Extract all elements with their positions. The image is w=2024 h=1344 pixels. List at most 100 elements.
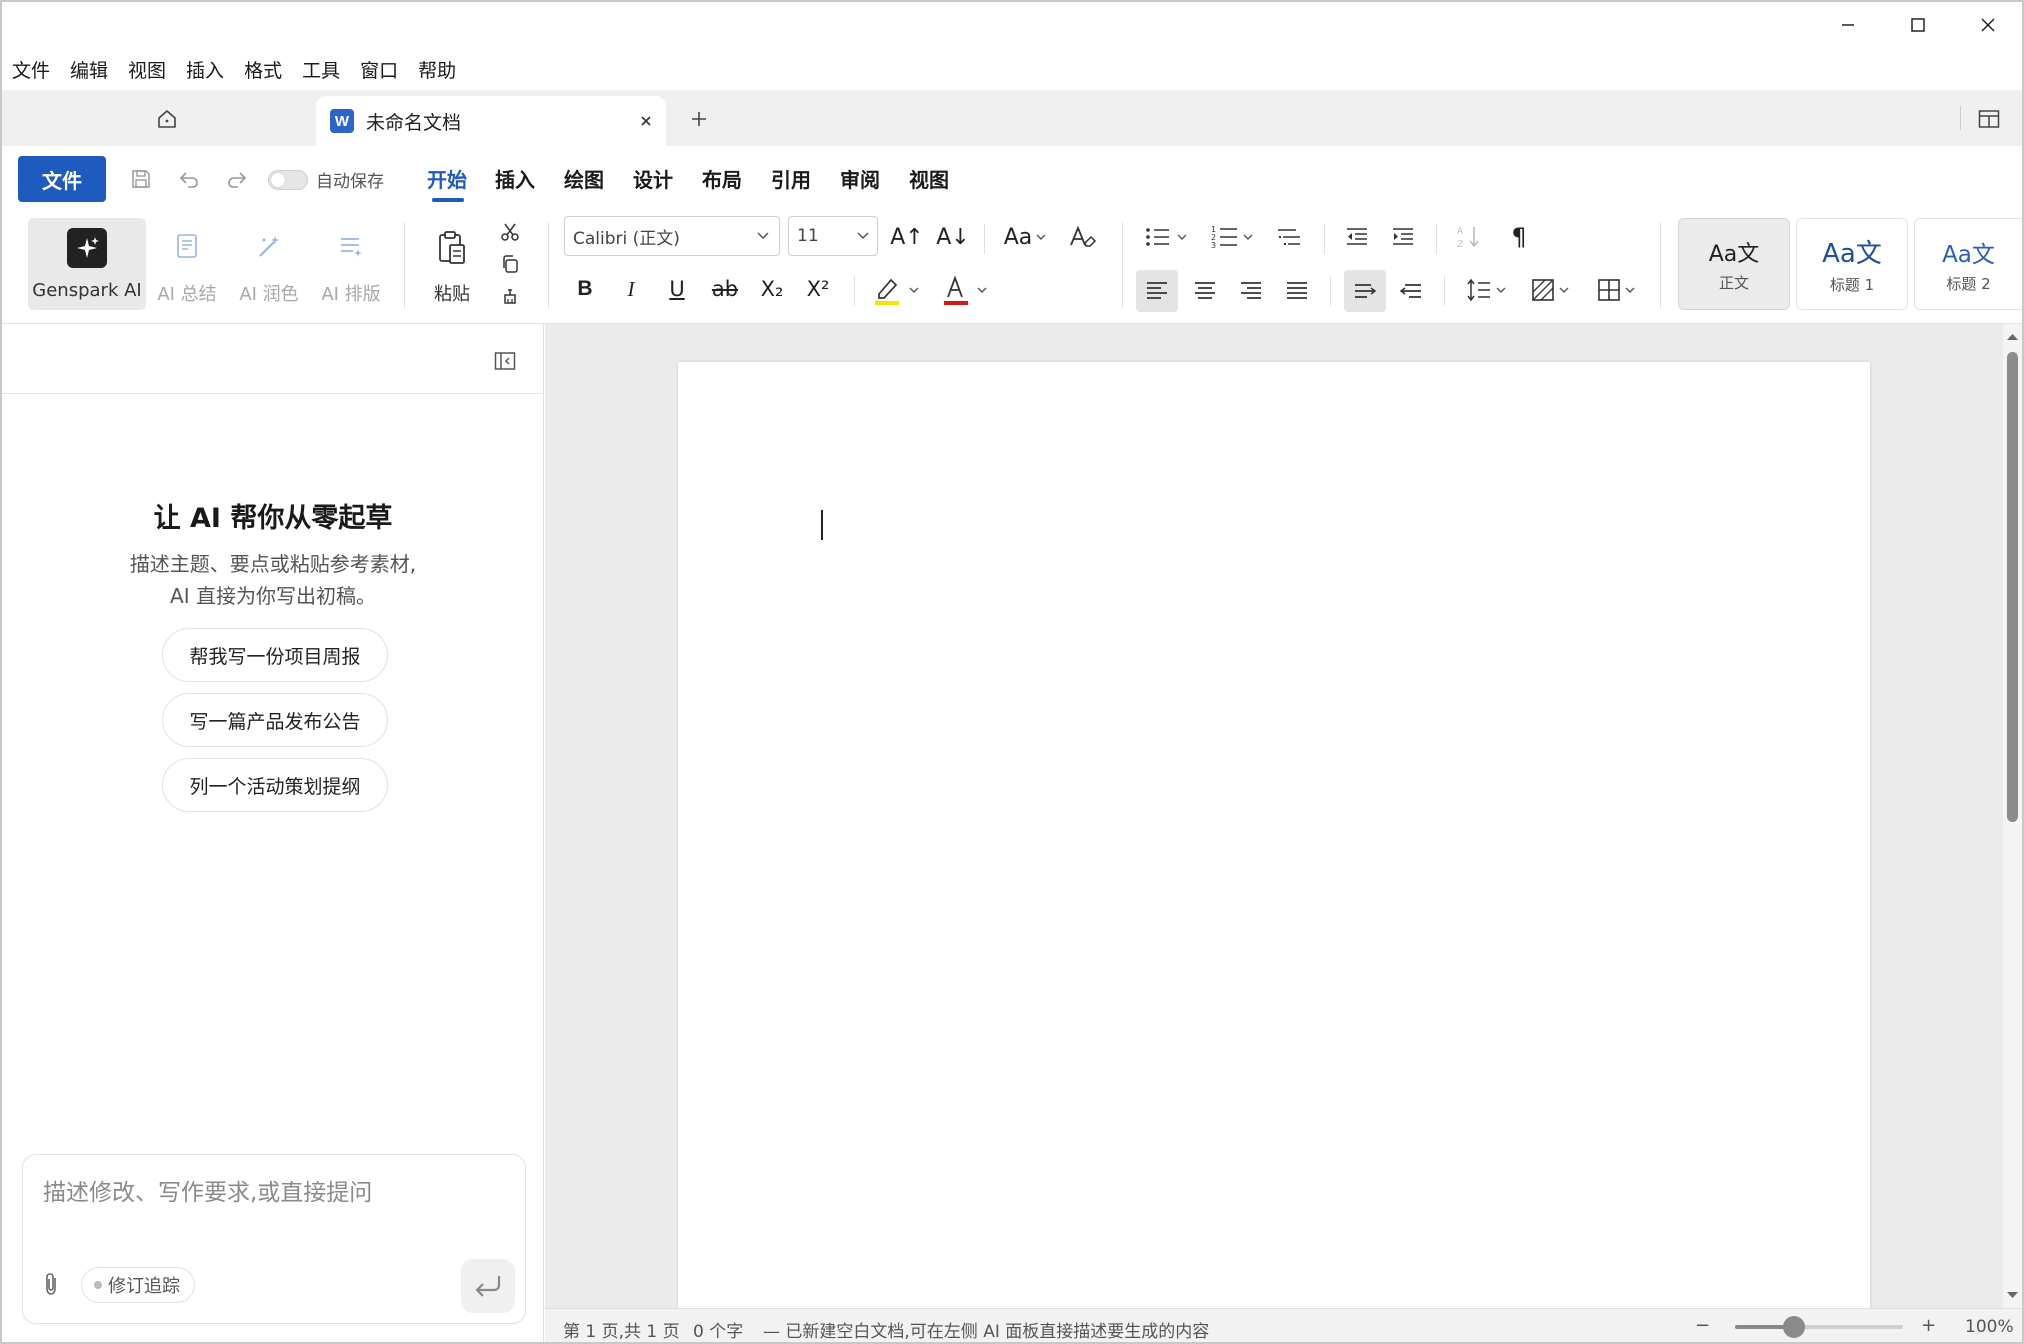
align-left-button[interactable] [1136, 270, 1178, 312]
menu-bar: 文件 编辑 视图 插入 格式 工具 窗口 帮助 [2, 48, 2022, 90]
shading-button[interactable] [1524, 272, 1576, 308]
suggestion-chip[interactable]: 写一篇产品发布公告 [162, 693, 388, 747]
increase-font-size-button[interactable]: A↑ [890, 220, 924, 254]
menu-window[interactable]: 窗口 [360, 56, 398, 83]
menu-tools[interactable]: 工具 [302, 56, 340, 83]
strikethrough-button[interactable]: ab [706, 272, 744, 306]
font-color-icon [944, 275, 968, 305]
copy-button[interactable] [498, 252, 522, 276]
paste-button[interactable]: 粘贴 [422, 218, 482, 310]
suggestion-chip[interactable]: 帮我写一份项目周报 [162, 628, 388, 682]
panel-layout-icon [1978, 110, 2000, 128]
scrollbar-thumb[interactable] [2007, 352, 2018, 822]
ai-panel-heading: 让 AI 帮你从零起草 [153, 503, 393, 534]
decrease-indent-button[interactable] [1340, 220, 1374, 254]
zoom-out-button[interactable]: − [1695, 1315, 1710, 1336]
tab-design[interactable]: 设计 [633, 146, 673, 210]
scissors-icon [501, 223, 519, 241]
borders-button[interactable] [1590, 272, 1642, 308]
style-heading-2[interactable]: Aa文 标题 2 [1914, 218, 2022, 310]
menu-edit[interactable]: 编辑 [70, 56, 108, 83]
font-family-select[interactable]: Calibri (正文) [564, 216, 780, 256]
align-right-button[interactable] [1230, 270, 1272, 312]
vertical-scrollbar[interactable] [2003, 324, 2022, 1308]
format-painter-button[interactable] [498, 284, 522, 308]
tab-view[interactable]: 视图 [909, 146, 949, 210]
shading-icon [1532, 279, 1554, 301]
underline-button[interactable]: U [660, 272, 694, 306]
rtl-direction-button[interactable] [1390, 270, 1432, 312]
clear-formatting-button[interactable] [1066, 220, 1100, 254]
justify-button[interactable] [1276, 270, 1318, 312]
menu-insert[interactable]: 插入 [186, 56, 224, 83]
sort-button[interactable]: AZ [1452, 220, 1486, 254]
subscript-button[interactable]: X₂ [754, 272, 790, 306]
menu-file[interactable]: 文件 [12, 56, 50, 83]
zoom-level[interactable]: 100% [1965, 1317, 2014, 1337]
genspark-ai-button[interactable]: Genspark AI [28, 218, 146, 310]
menu-format[interactable]: 格式 [244, 56, 282, 83]
highlight-color-button[interactable] [868, 272, 924, 308]
font-size-select[interactable]: 11 [788, 216, 878, 256]
menu-view[interactable]: 视图 [128, 56, 166, 83]
ai-polish-button[interactable]: AI 润色 [234, 218, 304, 310]
document-page[interactable] [678, 362, 1870, 1322]
font-family-value: Calibri (正文) [573, 228, 680, 249]
bold-button[interactable]: B [568, 272, 602, 306]
font-size-value: 11 [797, 226, 819, 246]
tab-layout[interactable]: 布局 [702, 146, 742, 210]
zoom-in-button[interactable]: + [1921, 1315, 1936, 1336]
track-changes-toggle[interactable]: 修订追踪 [81, 1267, 195, 1303]
minimize-button[interactable] [1812, 2, 1884, 48]
suggestion-chip[interactable]: 列一个活动策划提纲 [162, 758, 388, 812]
maximize-button[interactable] [1882, 2, 1954, 48]
close-tab-button[interactable] [634, 109, 658, 133]
sidebar-toggle-button[interactable] [1974, 104, 2004, 134]
document-canvas [545, 324, 2003, 1322]
redo-button[interactable] [224, 166, 250, 192]
ai-prompt-input[interactable]: 描述修改、写作要求,或直接提问 [43, 1173, 503, 1233]
bullet-list-button[interactable] [1140, 220, 1192, 254]
chevron-down-icon [1243, 234, 1253, 240]
zoom-slider-handle[interactable] [1782, 1316, 1805, 1338]
zoom-slider[interactable] [1735, 1316, 1903, 1338]
align-center-button[interactable] [1184, 270, 1226, 312]
align-right-icon [1241, 282, 1261, 299]
cut-button[interactable] [498, 220, 522, 244]
collapse-panel-button[interactable] [492, 348, 518, 374]
style-heading-1[interactable]: Aa文 标题 1 [1796, 218, 1908, 310]
line-spacing-button[interactable] [1460, 272, 1512, 308]
italic-button[interactable]: I [614, 272, 648, 306]
decrease-font-size-button[interactable]: A↓ [936, 220, 970, 254]
tab-draw[interactable]: 绘图 [564, 146, 604, 210]
increase-indent-button[interactable] [1386, 220, 1420, 254]
menu-help[interactable]: 帮助 [418, 56, 456, 83]
home-tab[interactable] [152, 104, 182, 134]
multilevel-list-button[interactable] [1272, 220, 1306, 254]
autosave-toggle[interactable] [268, 170, 308, 190]
ai-summary-button[interactable]: AI 总结 [152, 218, 222, 310]
superscript-button[interactable]: X² [800, 272, 836, 306]
attach-button[interactable] [37, 1269, 65, 1299]
ai-prompt-box: 描述修改、写作要求,或直接提问 修订追踪 [22, 1154, 526, 1324]
font-color-button[interactable] [936, 272, 992, 308]
tab-references[interactable]: 引用 [771, 146, 811, 210]
ltr-direction-button[interactable] [1344, 270, 1386, 312]
send-button[interactable] [461, 1259, 515, 1313]
ai-layout-button[interactable]: AI 排版 [316, 218, 386, 310]
tab-review[interactable]: 审阅 [840, 146, 880, 210]
show-formatting-marks-button[interactable]: ¶ [1502, 220, 1536, 254]
new-tab-button[interactable] [684, 104, 714, 134]
tab-untitled-document[interactable]: W 未命名文档 [316, 96, 666, 146]
chevron-down-icon [1496, 287, 1506, 293]
bullet-list-icon [1146, 228, 1169, 246]
file-button[interactable]: 文件 [18, 156, 106, 202]
autosave-label: 自动保存 [316, 172, 384, 192]
undo-button[interactable] [176, 166, 202, 192]
numbered-list-button[interactable]: 123 [1206, 220, 1258, 254]
tab-insert[interactable]: 插入 [495, 146, 535, 210]
style-normal[interactable]: Aa文 正文 [1678, 218, 1790, 310]
close-window-button[interactable] [1952, 2, 2022, 48]
change-case-button[interactable]: Aa [998, 220, 1052, 254]
save-button[interactable] [128, 166, 154, 192]
